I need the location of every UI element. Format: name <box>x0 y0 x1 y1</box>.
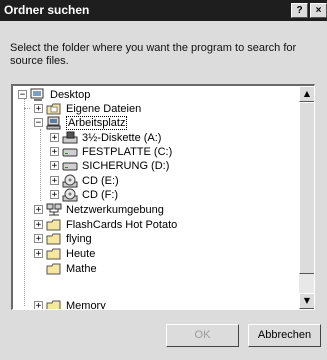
folder-icon <box>46 232 62 246</box>
tree-item-label: CD (E:) <box>82 174 119 187</box>
tree-item-diskette[interactable]: + 3½-Diskette (A:) <box>50 130 161 145</box>
expand-toggle[interactable]: + <box>50 161 59 171</box>
tree-connector <box>24 98 25 306</box>
tree-item-label: Mathe <box>66 262 97 275</box>
collapse-toggle[interactable]: − <box>34 118 43 128</box>
tree-item-memory[interactable]: + Memory <box>34 298 106 309</box>
documents-folder-icon <box>46 102 62 116</box>
scroll-up-button[interactable]: ▲ <box>299 86 314 102</box>
tree-item-desktop[interactable]: − Desktop <box>18 87 90 102</box>
computer-icon <box>46 116 62 130</box>
tree-item-sicherung[interactable]: + SICHERUNG (D:) <box>50 158 169 173</box>
close-button[interactable]: × <box>310 3 327 18</box>
expand-toggle[interactable]: + <box>34 234 43 244</box>
scroll-down-button[interactable]: ▼ <box>299 293 314 309</box>
instruction-text: Select the folder where you want the pro… <box>10 42 297 67</box>
tree-item-flashcards[interactable]: + FlashCards Hot Potato <box>34 217 177 232</box>
expand-toggle[interactable]: + <box>34 220 43 230</box>
collapse-toggle[interactable]: − <box>18 90 27 100</box>
tree-item-label: Heute <box>66 247 96 260</box>
tree-connector <box>24 108 30 109</box>
tree-item-label: Netzwerkumgebung <box>66 203 164 216</box>
folder-icon <box>46 262 62 276</box>
tree-item-festplatte[interactable]: + FESTPLATTE (C:) <box>50 144 172 159</box>
folder-tree[interactable]: − Desktop + Eigene Dateien − Arbeitsplat… <box>11 84 315 310</box>
expand-toggle[interactable]: + <box>34 104 43 114</box>
expand-toggle[interactable]: + <box>34 301 43 309</box>
title-bar[interactable]: Ordner suchen ? × <box>0 0 327 21</box>
hard-drive-icon <box>62 145 78 159</box>
expand-toggle[interactable]: + <box>50 176 59 186</box>
folder-icon <box>46 247 62 261</box>
tree-item-label: Desktop <box>50 88 91 101</box>
tree-item-label: FlashCards Hot Potato <box>66 218 178 231</box>
tree-item-label: SICHERUNG (D:) <box>82 159 170 172</box>
cd-drive-icon <box>62 174 78 188</box>
folder-icon <box>46 299 62 309</box>
tree-item-netzwerkumgebung[interactable]: + Netzwerkumgebung <box>34 202 164 217</box>
tree-rows: − Desktop + Eigene Dateien − Arbeitsplat… <box>13 86 299 309</box>
tree-item-heute[interactable]: + Heute <box>34 246 95 261</box>
scroll-thumb[interactable] <box>299 102 314 274</box>
tree-item-label: flying <box>66 232 92 245</box>
floppy-drive-icon <box>62 131 78 145</box>
folder-icon <box>46 218 62 232</box>
expand-toggle[interactable]: + <box>50 190 59 200</box>
vertical-scrollbar[interactable]: ▲ ▼ <box>299 86 314 309</box>
cancel-button[interactable]: Abbrechen <box>248 324 321 347</box>
tree-item-label: FESTPLATTE (C:) <box>82 145 173 158</box>
window-title: Ordner suchen <box>4 3 90 17</box>
tree-item-label: Arbeitsplatz <box>66 115 128 130</box>
help-button[interactable]: ? <box>291 3 308 18</box>
expand-toggle[interactable]: + <box>34 249 43 259</box>
expand-toggle[interactable]: + <box>34 205 43 215</box>
network-icon <box>46 203 62 217</box>
tree-connector <box>40 129 41 201</box>
tree-item-mathe[interactable]: Mathe <box>46 261 97 276</box>
ok-button[interactable]: OK <box>166 324 239 347</box>
tree-item-arbeitsplatz[interactable]: − Arbeitsplatz <box>34 115 128 130</box>
tree-item-flying[interactable]: + flying <box>34 231 92 246</box>
tree-item-eigene-dateien[interactable]: + Eigene Dateien <box>34 101 141 116</box>
expand-toggle[interactable]: + <box>50 147 59 157</box>
tree-item-cd-f[interactable]: + CD (F:) <box>50 187 118 202</box>
folder-browse-dialog: Ordner suchen ? × Select the folder wher… <box>0 0 327 360</box>
tree-item-label: CD (F:) <box>82 188 119 201</box>
expand-toggle[interactable]: + <box>50 133 59 143</box>
tree-item-label: Memory <box>66 299 106 310</box>
tree-item-label: 3½-Diskette (A:) <box>82 131 162 144</box>
hard-drive-icon <box>62 159 78 173</box>
tree-item-label: Eigene Dateien <box>66 102 142 115</box>
desktop-icon <box>30 88 46 102</box>
tree-item-cd-e[interactable]: + CD (E:) <box>50 173 119 188</box>
cd-drive-icon <box>62 188 78 202</box>
